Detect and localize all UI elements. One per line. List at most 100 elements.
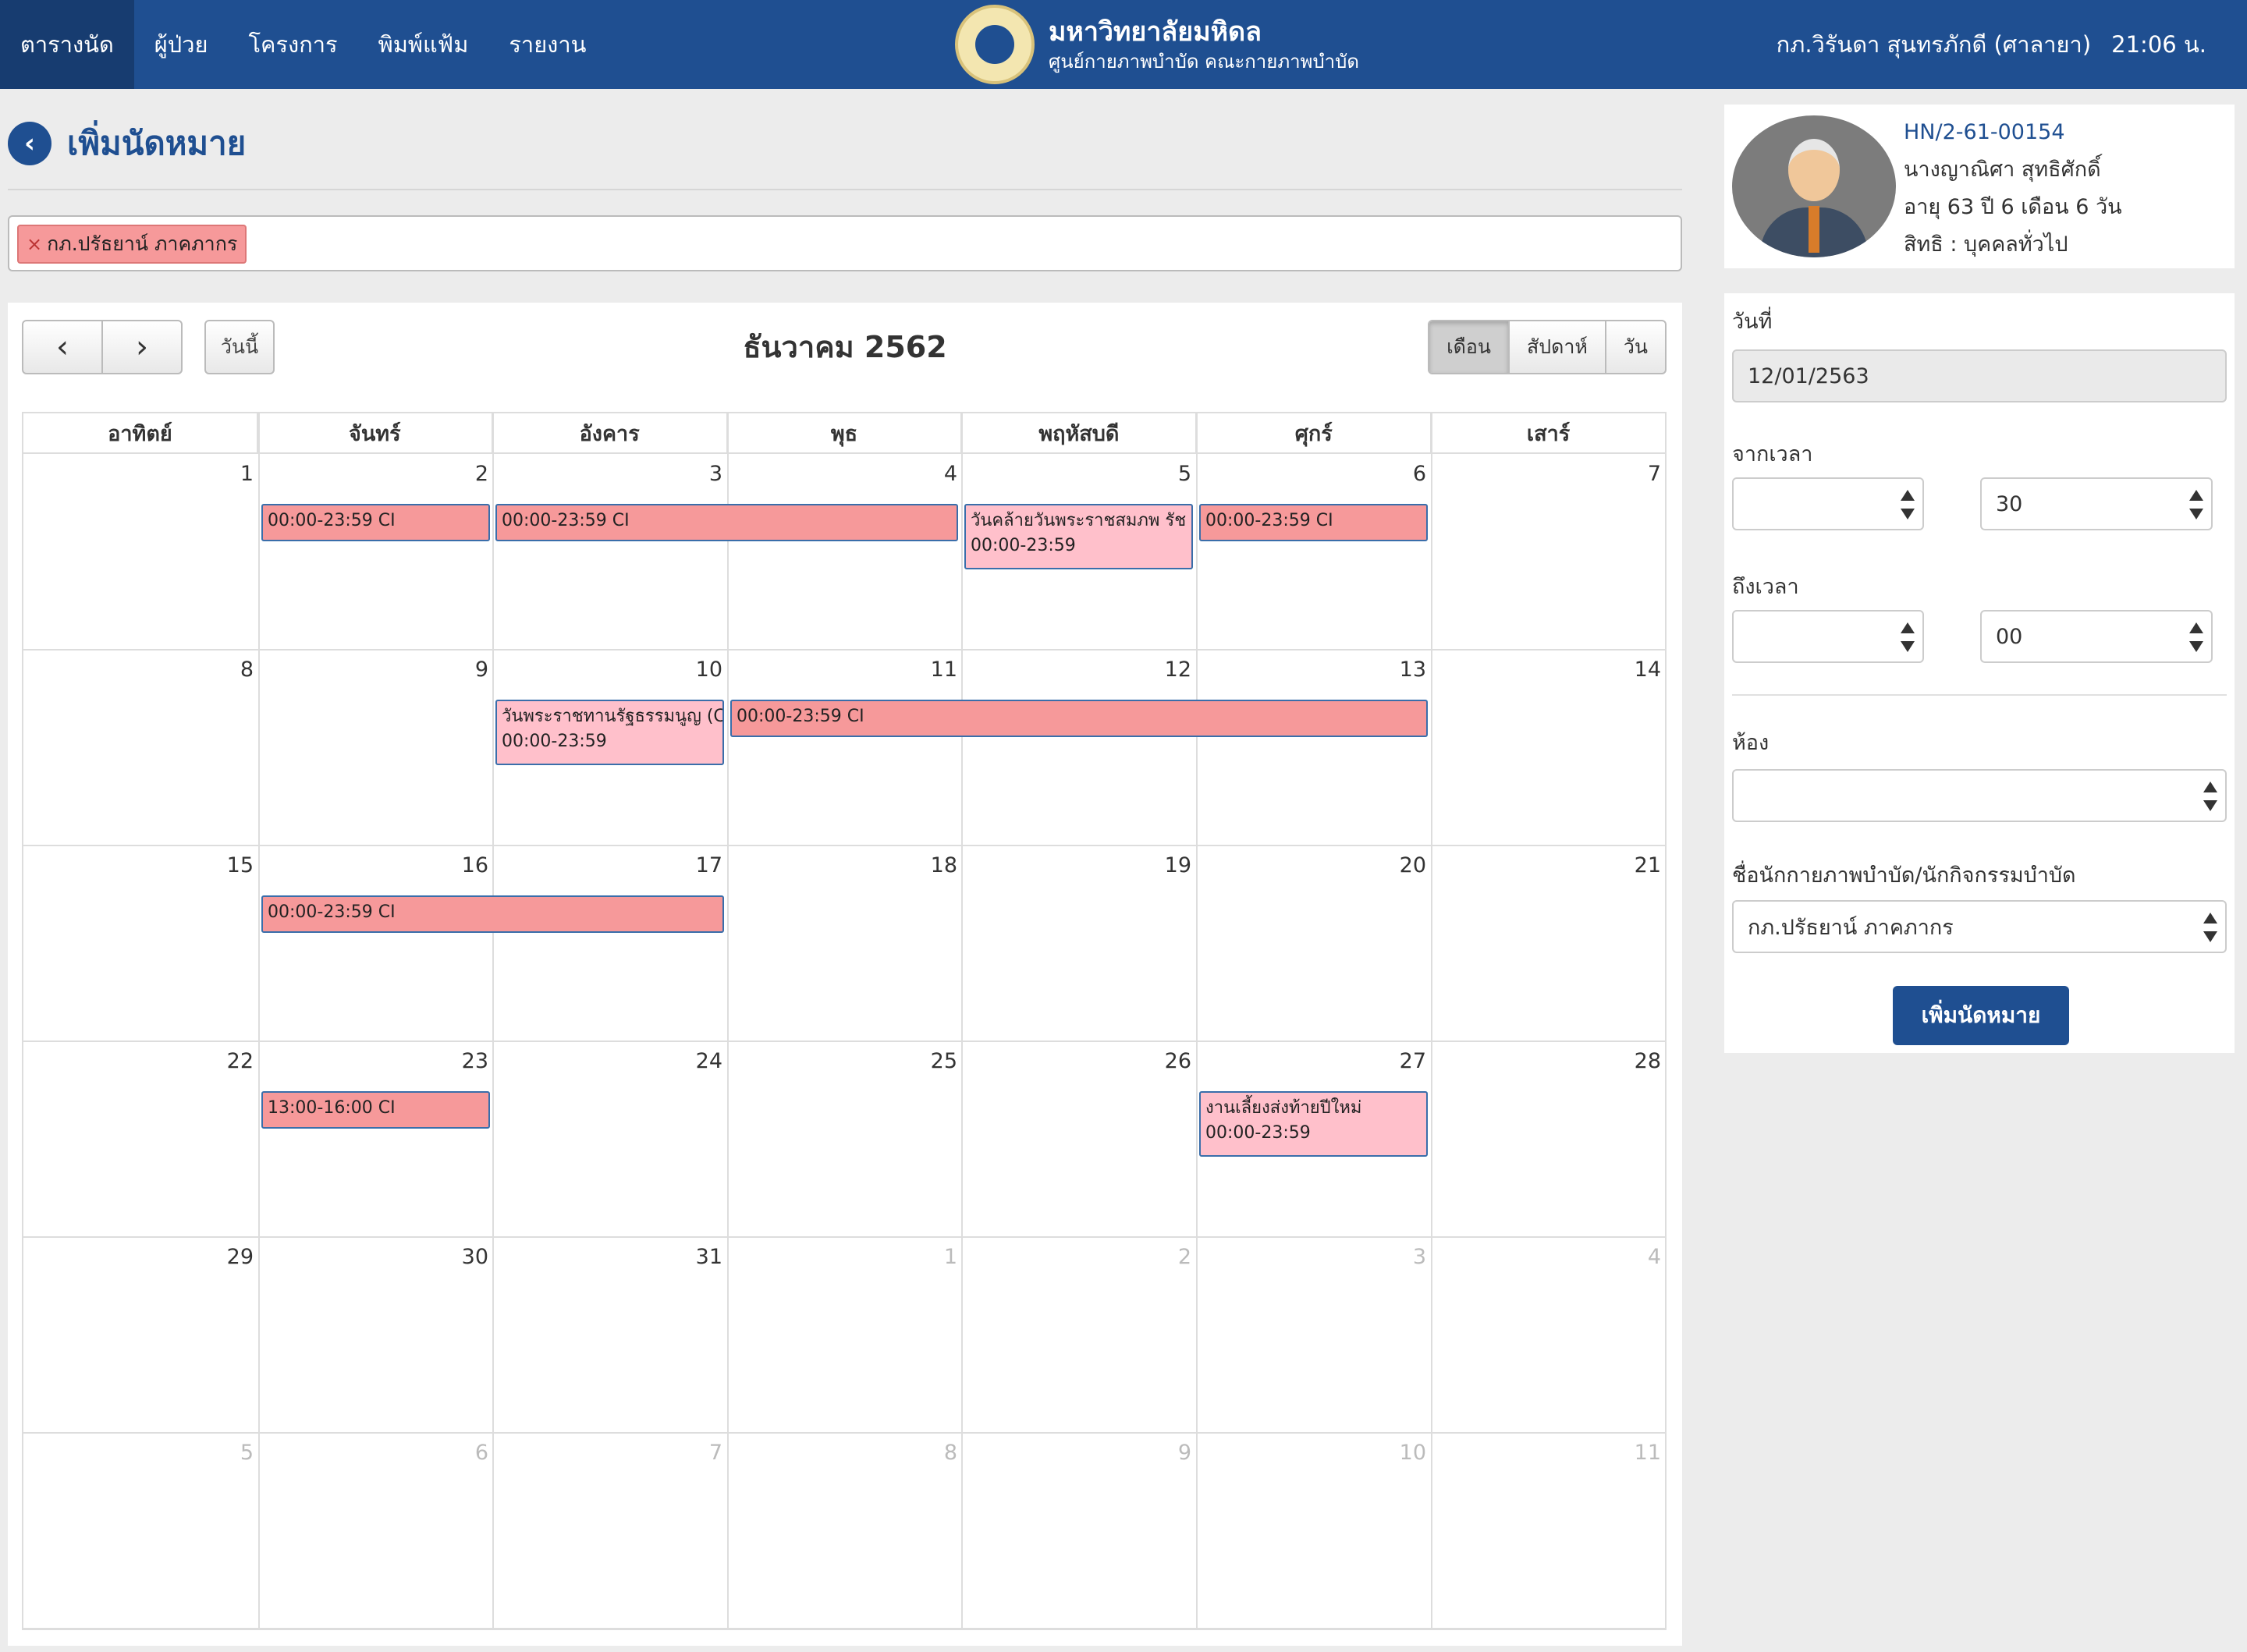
ci-event[interactable]: 13:00-16:00 CI (261, 1091, 490, 1129)
day-cell[interactable]: 18 (727, 847, 962, 1040)
day-cell[interactable]: 21 (1431, 847, 1666, 1040)
day-cell[interactable]: 4 (1431, 1239, 1666, 1432)
day-number[interactable]: 5 (1178, 462, 1191, 486)
day-number[interactable]: 20 (1400, 853, 1426, 877)
day-number[interactable]: 11 (931, 658, 957, 682)
day-number[interactable]: 4 (944, 462, 957, 486)
view-month-button[interactable]: เดือน (1429, 321, 1508, 373)
day-number[interactable]: 3 (1413, 1245, 1426, 1269)
nav-patients[interactable]: ผู้ป่วย (134, 0, 229, 89)
day-cell[interactable]: 9 (961, 1434, 1196, 1628)
day-number[interactable]: 3 (709, 462, 722, 486)
nav-projects[interactable]: โครงการ (228, 0, 357, 89)
ci-event[interactable]: 00:00-23:59 CI (495, 504, 958, 541)
day-number[interactable]: 26 (1165, 1049, 1191, 1073)
day-number[interactable]: 1 (944, 1245, 957, 1269)
day-number[interactable]: 8 (944, 1441, 957, 1465)
day-cell[interactable]: 30 (258, 1239, 493, 1432)
day-number[interactable]: 10 (696, 658, 722, 682)
ci-event[interactable]: 00:00-23:59 CI (730, 700, 1428, 737)
day-cell[interactable]: 9 (258, 651, 493, 845)
ci-event[interactable]: 00:00-23:59 CI (261, 895, 724, 933)
day-number[interactable]: 5 (240, 1441, 254, 1465)
view-day-button[interactable]: วัน (1604, 321, 1665, 373)
day-cell[interactable]: 19 (961, 847, 1196, 1040)
day-number[interactable]: 25 (931, 1049, 957, 1073)
day-cell[interactable]: 16 (258, 847, 493, 1040)
back-button[interactable]: ‹ (8, 122, 51, 165)
from-minute-select[interactable]: 30 (1980, 477, 2213, 530)
user-name[interactable]: กภ.วิรันดา สุนทรภักดี (ศาลายา) (1777, 27, 2092, 62)
day-number[interactable]: 31 (696, 1245, 722, 1269)
day-cell[interactable]: 11 (1431, 1434, 1666, 1628)
day-cell[interactable]: 5 (23, 1434, 258, 1628)
day-number[interactable]: 10 (1400, 1441, 1426, 1465)
day-cell[interactable]: 1 (23, 456, 258, 649)
day-cell[interactable]: 7 (492, 1434, 727, 1628)
view-week-button[interactable]: สัปดาห์ (1507, 321, 1605, 373)
day-number[interactable]: 27 (1400, 1049, 1426, 1073)
day-cell[interactable]: 22 (23, 1043, 258, 1236)
day-cell[interactable]: 23 (258, 1043, 493, 1236)
day-cell[interactable]: 4 (727, 456, 962, 649)
day-cell[interactable]: 6 (258, 1434, 493, 1628)
day-number[interactable]: 7 (1648, 462, 1661, 486)
day-number[interactable]: 19 (1165, 853, 1191, 877)
date-field[interactable]: 12/01/2563 (1732, 349, 2227, 402)
day-cell[interactable]: 31 (492, 1239, 727, 1432)
holiday-event[interactable]: วันพระราชทานรัฐธรรมนูญ (C 00:00-23:59 (495, 700, 724, 765)
day-number[interactable]: 15 (227, 853, 254, 877)
ci-event[interactable]: 00:00-23:59 CI (1199, 504, 1428, 541)
day-cell[interactable]: 15 (23, 847, 258, 1040)
day-number[interactable]: 28 (1635, 1049, 1661, 1073)
day-number[interactable]: 30 (462, 1245, 488, 1269)
day-number[interactable]: 24 (696, 1049, 722, 1073)
day-number[interactable]: 12 (1165, 658, 1191, 682)
to-hour-select[interactable] (1732, 610, 1924, 663)
day-cell[interactable]: 8 (23, 651, 258, 845)
add-appointment-button[interactable]: เพิ่มนัดหมาย (1893, 986, 2069, 1045)
day-cell[interactable]: 3 (1196, 1239, 1431, 1432)
day-cell[interactable]: 20 (1196, 847, 1431, 1040)
day-number[interactable]: 8 (240, 658, 254, 682)
day-number[interactable]: 23 (462, 1049, 488, 1073)
day-cell[interactable]: 26 (961, 1043, 1196, 1236)
filter-tag[interactable]: × กภ.ปรัธยาน์ ภาคภากร (17, 225, 247, 264)
day-number[interactable]: 18 (931, 853, 957, 877)
day-cell[interactable]: 10 (1196, 1434, 1431, 1628)
day-cell[interactable]: 1 (727, 1239, 962, 1432)
room-select[interactable] (1732, 769, 2227, 822)
day-number[interactable]: 14 (1635, 658, 1661, 682)
nav-reports[interactable]: รายงาน (488, 0, 606, 89)
day-number[interactable]: 11 (1635, 1441, 1661, 1465)
day-cell[interactable]: 3 (492, 456, 727, 649)
day-cell[interactable]: 17 (492, 847, 727, 1040)
day-cell[interactable]: 25 (727, 1043, 962, 1236)
day-number[interactable]: 7 (709, 1441, 722, 1465)
day-cell[interactable]: 28 (1431, 1043, 1666, 1236)
day-cell[interactable]: 8 (727, 1434, 962, 1628)
day-number[interactable]: 2 (475, 462, 488, 486)
day-number[interactable]: 9 (475, 658, 488, 682)
day-number[interactable]: 2 (1178, 1245, 1191, 1269)
day-number[interactable]: 13 (1400, 658, 1426, 682)
patient-hn[interactable]: HN/2-61-00154 (1904, 114, 2122, 151)
therapist-filter-input[interactable]: × กภ.ปรัธยาน์ ภาคภากร (8, 215, 1682, 271)
day-cell[interactable]: 7 (1431, 456, 1666, 649)
nav-appointments[interactable]: ตารางนัด (0, 0, 134, 89)
day-cell[interactable]: 13 (1196, 651, 1431, 845)
holiday-event[interactable]: งานเลี้ยงส่งท้ายปีใหม่ 00:00-23:59 (1199, 1091, 1428, 1157)
therapist-select[interactable]: กภ.ปรัธยาน์ ภาคภากร (1732, 900, 2227, 953)
holiday-event[interactable]: วันคล้ายวันพระราชสมภพ รัช 00:00-23:59 (964, 504, 1193, 569)
day-cell[interactable]: 11 (727, 651, 962, 845)
day-number[interactable]: 21 (1635, 853, 1661, 877)
ci-event[interactable]: 00:00-23:59 CI (261, 504, 490, 541)
from-hour-select[interactable] (1732, 477, 1924, 530)
day-number[interactable]: 4 (1648, 1245, 1661, 1269)
day-number[interactable]: 29 (227, 1245, 254, 1269)
day-number[interactable]: 6 (1413, 462, 1426, 486)
remove-tag-icon[interactable]: × (27, 233, 42, 255)
day-number[interactable]: 22 (227, 1049, 254, 1073)
nav-print-files[interactable]: พิมพ์แฟ้ม (358, 0, 489, 89)
day-cell[interactable]: 2 (961, 1239, 1196, 1432)
